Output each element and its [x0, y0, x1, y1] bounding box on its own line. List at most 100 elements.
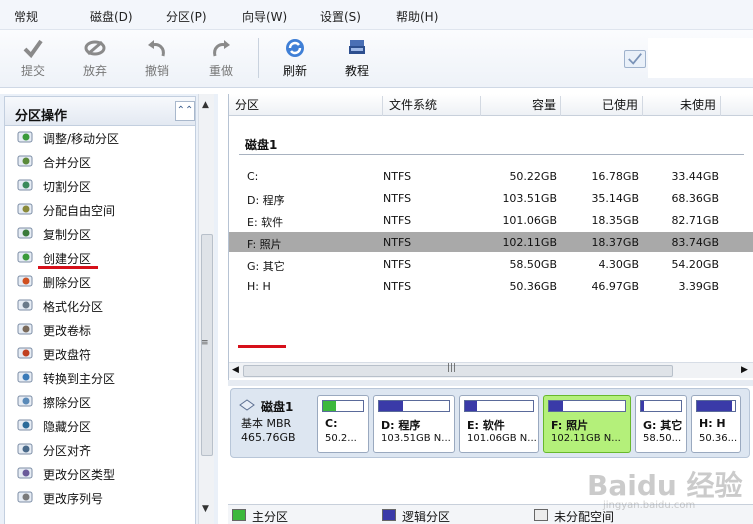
unallocated-swatch: [534, 509, 548, 521]
operation-item[interactable]: 切割分区: [5, 174, 195, 198]
menu-help[interactable]: 帮助(H): [396, 8, 438, 25]
watermark: Baidu 经验 jingyan.baidu.com: [575, 462, 745, 512]
operation-item[interactable]: 分区对齐: [5, 438, 195, 462]
usage-fill: [323, 401, 336, 411]
table-row[interactable]: E: 软件 NTFS 101.06GB 18.35GB 82.71GB: [229, 210, 753, 230]
usage-bar: [696, 400, 736, 412]
scroll-down-icon[interactable]: ▼: [202, 504, 209, 514]
cell-capacity: 101.06GB: [502, 214, 557, 227]
operation-item[interactable]: 调整/移动分区: [5, 126, 195, 150]
table-row[interactable]: H: H NTFS 50.36GB 46.97GB 3.39GB: [229, 276, 753, 296]
operation-label: 切割分区: [43, 180, 92, 194]
operation-item[interactable]: 分配自由空间: [5, 198, 195, 222]
cell-capacity: 102.11GB: [502, 236, 557, 249]
table-row[interactable]: C: NTFS 50.22GB 16.78GB 33.44GB: [229, 166, 753, 186]
partition-block[interactable]: C: 50.2...: [317, 395, 369, 453]
operation-item[interactable]: 转换到主分区: [5, 366, 195, 390]
toolbar-blank-area: [648, 38, 753, 78]
partition-block[interactable]: F: 照片 102.11GB N...: [543, 395, 631, 453]
column-used[interactable]: 已使用: [563, 96, 643, 116]
cell-filesystem: NTFS: [383, 236, 412, 249]
refresh-button[interactable]: 刷新: [272, 36, 318, 80]
disk-icon: [239, 399, 255, 411]
left-scrollbar[interactable]: ▲ ≡ ▼: [198, 94, 214, 524]
hscroll-thumb[interactable]: [243, 365, 673, 377]
cell-partition: H: H: [247, 280, 271, 293]
operation-item[interactable]: 创建分区: [5, 246, 195, 270]
cell-filesystem: NTFS: [383, 192, 412, 205]
operation-item[interactable]: 删除分区: [5, 270, 195, 294]
operation-item[interactable]: 更改盘符: [5, 342, 195, 366]
watermark-logo: Baidu 经验: [587, 469, 743, 502]
scroll-right-icon[interactable]: ▶: [741, 365, 748, 375]
discard-button[interactable]: 放弃: [72, 36, 118, 80]
panel-title: 分区操作: [15, 109, 68, 124]
operation-label: 复制分区: [43, 228, 92, 242]
toolbar-separator: [258, 38, 259, 78]
table-row[interactable]: F: 照片 NTFS 102.11GB 18.37GB 83.74GB: [229, 232, 753, 252]
toolbar-checkbox[interactable]: [624, 50, 646, 68]
table-row[interactable]: G: 其它 NTFS 58.50GB 4.30GB 54.20GB: [229, 254, 753, 274]
operation-label: 分区对齐: [43, 444, 92, 458]
refresh-icon: [286, 39, 304, 57]
partition-table: 分区 文件系统 容量 已使用 未使用 磁盘1 C: NTFS 50.22GB 16.7…: [228, 94, 753, 380]
partition-name: E: 软件: [467, 419, 505, 432]
menu-settings[interactable]: 设置(S): [320, 8, 361, 25]
partition-block[interactable]: D: 程序 103.51GB N...: [373, 395, 455, 453]
commit-button[interactable]: 提交: [10, 36, 56, 80]
undo-button[interactable]: 撤销: [134, 36, 180, 80]
disk-info[interactable]: 磁盘1 基本 MBR 465.76GB: [235, 393, 315, 453]
operation-label: 转换到主分区: [43, 372, 116, 386]
cell-used: 46.97GB: [591, 280, 639, 293]
operation-label: 更改分区类型: [43, 468, 116, 482]
logical-swatch: [382, 509, 396, 521]
column-partition[interactable]: 分区: [235, 96, 383, 116]
usage-fill: [465, 401, 477, 411]
cell-capacity: 50.22GB: [509, 170, 557, 183]
disk-size: 465.76GB: [241, 431, 296, 444]
partition-size: 50.2...: [325, 433, 357, 444]
operation-item[interactable]: 擦除分区: [5, 390, 195, 414]
column-filesystem[interactable]: 文件系统: [389, 96, 481, 116]
partition-name: G: 其它: [643, 419, 683, 432]
cell-used: 18.35GB: [591, 214, 639, 227]
partition-name: F: 照片: [551, 419, 589, 432]
operation-label: 更改序列号: [43, 492, 104, 506]
cell-capacity: 50.36GB: [509, 280, 557, 293]
pane-splitter[interactable]: [228, 380, 753, 386]
tutorial-button[interactable]: 教程: [334, 36, 380, 80]
table-row[interactable]: D: 程序 NTFS 103.51GB 35.14GB 68.36GB: [229, 188, 753, 208]
table-hscrollbar[interactable]: ◀ ||| ▶: [229, 362, 753, 378]
operation-label: 删除分区: [43, 276, 92, 290]
column-free[interactable]: 未使用: [645, 96, 721, 116]
menu-general[interactable]: 常规: [14, 8, 38, 25]
operation-item[interactable]: 更改卷标: [5, 318, 195, 342]
operation-item[interactable]: 格式化分区: [5, 294, 195, 318]
menu-wizard[interactable]: 向导(W): [242, 8, 287, 25]
discard-icon: [84, 40, 106, 56]
collapse-button[interactable]: ⌃⌃: [175, 101, 195, 121]
operation-item[interactable]: 更改序列号: [5, 486, 195, 510]
menu-disk[interactable]: 磁盘(D): [90, 8, 133, 25]
operation-item[interactable]: 合并分区: [5, 150, 195, 174]
operation-item[interactable]: 更改分区类型: [5, 462, 195, 486]
menu-partition[interactable]: 分区(P): [166, 8, 207, 25]
usage-fill: [549, 401, 563, 411]
wipe-icon: [17, 393, 35, 409]
scroll-left-icon[interactable]: ◀: [232, 365, 239, 375]
partition-block[interactable]: E: 软件 101.06GB N...: [459, 395, 539, 453]
column-capacity[interactable]: 容量: [483, 96, 561, 116]
partition-block[interactable]: H: H 50.36...: [691, 395, 741, 453]
legend-logical: 逻辑分区: [402, 510, 451, 524]
operation-item[interactable]: 隐藏分区: [5, 414, 195, 438]
commit-label: 提交: [20, 64, 45, 78]
cell-free: 33.44GB: [671, 170, 719, 183]
legend-primary: 主分区: [252, 510, 289, 524]
scroll-up-icon[interactable]: ▲: [202, 100, 209, 110]
partition-block[interactable]: G: 其它 58.50...: [635, 395, 687, 453]
operation-item[interactable]: 复制分区: [5, 222, 195, 246]
usage-fill: [379, 401, 403, 411]
redo-icon: [213, 40, 230, 57]
redo-button[interactable]: 重做: [198, 36, 244, 80]
partition-size: 101.06GB N...: [467, 433, 537, 444]
